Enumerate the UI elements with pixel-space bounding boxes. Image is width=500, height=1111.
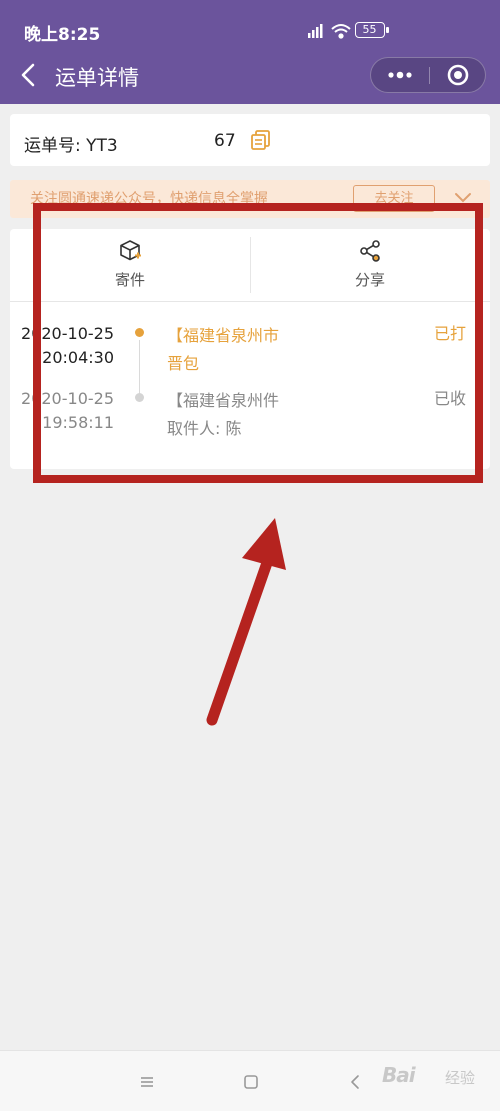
back-arrow-icon[interactable] bbox=[14, 60, 44, 90]
status-time: 晚上8:25 bbox=[24, 25, 101, 45]
battery-cap bbox=[386, 27, 389, 33]
home-icon[interactable] bbox=[240, 1071, 262, 1093]
mini-program-capsule bbox=[370, 57, 486, 93]
annotation-highlight-box bbox=[33, 203, 483, 483]
page-title: 运单详情 bbox=[55, 66, 139, 90]
more-options-icon[interactable] bbox=[371, 58, 429, 92]
waybill-number-tail: 67 bbox=[214, 131, 236, 151]
watermark-text: 经验 bbox=[445, 1069, 476, 1087]
waybill-card: 运单号: YT3 67 bbox=[10, 114, 490, 166]
battery-level: 55 bbox=[362, 23, 377, 36]
system-navigation-bar: Bai 经验 bbox=[0, 1050, 500, 1111]
copy-icon[interactable] bbox=[250, 129, 272, 151]
signal-icon bbox=[308, 24, 323, 38]
menu-icon[interactable] bbox=[136, 1071, 158, 1093]
wifi-icon bbox=[331, 24, 351, 39]
annotation-arrow bbox=[206, 518, 286, 726]
status-bar: 晚上8:25 55 bbox=[0, 0, 500, 52]
back-icon[interactable] bbox=[345, 1071, 367, 1093]
close-mini-program-icon[interactable] bbox=[430, 58, 486, 92]
battery-icon: 55 bbox=[355, 22, 385, 38]
waybill-number-label: 运单号: YT3 bbox=[24, 136, 118, 156]
watermark-logo: Bai bbox=[382, 1063, 416, 1087]
